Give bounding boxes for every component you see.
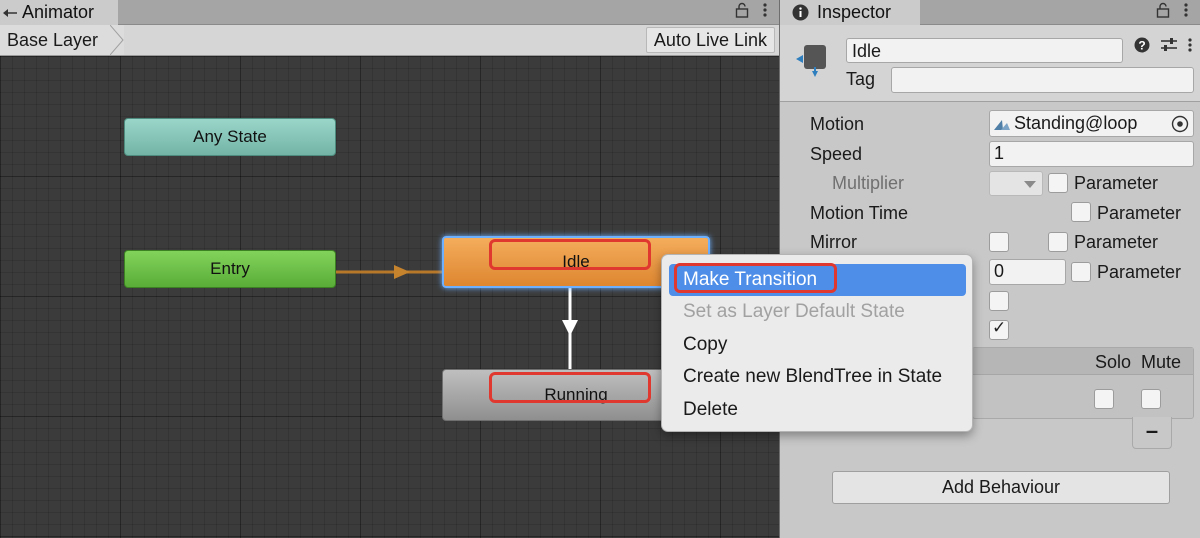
inspector-header: Idle ? Tag xyxy=(780,25,1200,102)
tab-inspector[interactable]: Inspector xyxy=(780,0,920,25)
mirror-parameter-checkbox[interactable] xyxy=(1048,232,1068,252)
cycle-offset-parameter-label: Parameter xyxy=(1097,262,1182,282)
motion-time-parameter-checkbox[interactable] xyxy=(1071,202,1091,222)
mirror-checkbox[interactable] xyxy=(989,232,1009,252)
state-name-input[interactable]: Idle xyxy=(846,38,1123,63)
mute-checkbox[interactable] xyxy=(1141,389,1161,409)
entry-label: Entry xyxy=(210,259,250,278)
state-context-menu: Make Transition Set as Layer Default Sta… xyxy=(661,254,973,432)
mirror-parameter-label: Parameter xyxy=(1074,232,1159,252)
remove-transition-button[interactable]: – xyxy=(1132,417,1172,449)
solo-header: Solo xyxy=(1095,352,1132,372)
multiplier-parameter-checkbox[interactable] xyxy=(1048,173,1068,193)
multiplier-label: Multiplier xyxy=(832,173,905,193)
animator-icon xyxy=(2,5,18,21)
tab-animator-label: Animator xyxy=(22,2,95,22)
more-options-icon[interactable] xyxy=(763,2,767,18)
auto-live-link-button[interactable]: Auto Live Link xyxy=(645,27,775,53)
motion-time-parameter-label: Parameter xyxy=(1097,203,1182,223)
foot-ik-checkbox[interactable] xyxy=(989,291,1009,311)
svg-text:?: ? xyxy=(1138,39,1145,53)
lock-icon[interactable] xyxy=(735,2,749,18)
tag-label: Tag xyxy=(846,69,876,89)
any-state-label: Any State xyxy=(193,127,267,146)
breadcrumb-base-layer[interactable]: Base Layer xyxy=(0,25,125,55)
solo-checkbox[interactable] xyxy=(1094,389,1114,409)
inspector-lock-icon[interactable] xyxy=(1156,2,1170,18)
animator-tabbar: Animator xyxy=(0,0,779,25)
motion-time-label: Motion Time xyxy=(810,203,909,223)
motion-object-field[interactable]: Standing@loop xyxy=(989,110,1194,137)
breadcrumb-chevron-icon xyxy=(110,25,124,55)
multiplier-parameter-label: Parameter xyxy=(1074,173,1159,193)
mirror-label: Mirror xyxy=(810,232,857,252)
menu-item-set-default-state[interactable]: Set as Layer Default State xyxy=(669,296,966,328)
tag-input[interactable] xyxy=(891,67,1194,93)
entry-node[interactable]: Entry xyxy=(124,250,336,288)
add-behaviour-button[interactable]: Add Behaviour xyxy=(832,471,1170,504)
motion-value: Standing@loop xyxy=(1014,113,1138,133)
make-transition-highlight-box xyxy=(674,263,837,293)
chevron-down-icon xyxy=(1024,181,1036,188)
idle-highlight-box xyxy=(489,239,651,270)
cycle-offset-parameter-checkbox[interactable] xyxy=(1071,262,1091,282)
inspector-more-options-icon[interactable] xyxy=(1184,2,1188,18)
transitions-table: Solo Mute xyxy=(972,347,1194,419)
help-icon[interactable]: ? xyxy=(1134,37,1150,58)
tab-inspector-label: Inspector xyxy=(817,2,892,22)
animator-state-icon xyxy=(796,45,826,77)
breadcrumb-label: Base Layer xyxy=(7,29,99,50)
cycle-offset-input[interactable]: 0 xyxy=(989,259,1066,285)
write-defaults-checkbox[interactable] xyxy=(989,318,1009,340)
speed-label: Speed xyxy=(810,144,863,164)
tab-animator[interactable]: Animator xyxy=(0,0,118,25)
speed-input[interactable]: 1 xyxy=(989,141,1194,167)
idle-to-running-transition[interactable] xyxy=(560,288,580,370)
object-picker-icon[interactable] xyxy=(1171,115,1189,133)
menu-item-delete[interactable]: Delete xyxy=(669,394,966,426)
motion-label: Motion xyxy=(810,114,865,134)
info-icon xyxy=(792,4,809,21)
running-highlight-box xyxy=(489,372,651,403)
entry-to-idle-transition[interactable] xyxy=(336,262,444,282)
header-more-options-icon[interactable] xyxy=(1188,37,1192,58)
inspector-tabbar: Inspector xyxy=(780,0,1200,25)
any-state-node[interactable]: Any State xyxy=(124,118,336,156)
menu-item-copy[interactable]: Copy xyxy=(669,329,966,361)
multiplier-parameter-dropdown[interactable] xyxy=(989,171,1043,196)
animation-clip-icon xyxy=(994,119,1010,130)
preset-icon[interactable] xyxy=(1160,37,1178,58)
transitions-table-header: Solo Mute xyxy=(973,348,1193,375)
mute-header: Mute xyxy=(1141,352,1182,372)
animator-toolbar: Base Layer Auto Live Link xyxy=(0,25,779,56)
menu-item-create-blendtree[interactable]: Create new BlendTree in State xyxy=(669,361,966,393)
